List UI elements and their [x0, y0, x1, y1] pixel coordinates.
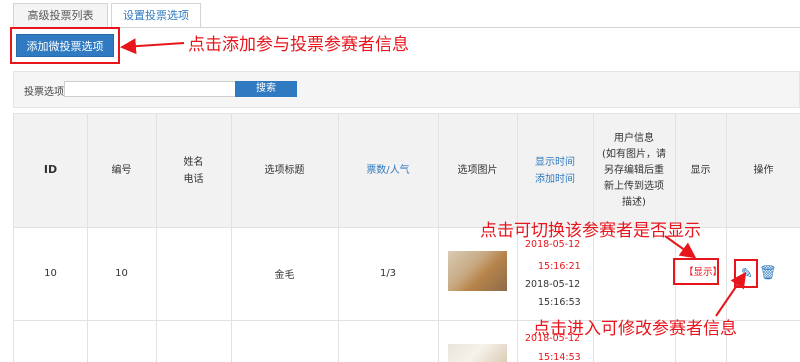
- tab-vote-list[interactable]: 高级投票列表: [13, 3, 108, 28]
- cell-number: 10: [115, 268, 128, 279]
- cell-votes: 1/3: [379, 268, 397, 279]
- add-clock: 15:16:53: [538, 297, 581, 308]
- tab-divider: [13, 27, 800, 28]
- show-clock: 15:16:21: [538, 261, 581, 272]
- header-userinfo: 用户信息 (如有图片，请 另存编辑后重 新上传到选项 描述): [602, 132, 666, 208]
- add-date: 2018-05-12: [525, 279, 581, 290]
- option-image: [448, 251, 507, 291]
- edit-annotation: 点击进入可修改参赛者信息: [533, 319, 737, 339]
- add-button-highlight: 添加微投票选项: [10, 27, 120, 64]
- option-image: [448, 344, 507, 362]
- search-label: 投票选项: [24, 87, 64, 98]
- add-annotation: 点击添加参与投票参赛者信息: [188, 35, 409, 55]
- toggle-annotation: 点击可切换该参赛者是否显示: [480, 221, 701, 241]
- sort-votes-link[interactable]: 票数/: [366, 162, 389, 179]
- cell-title: 金毛: [274, 270, 295, 281]
- pencil-icon[interactable]: ✎: [741, 266, 753, 282]
- header-title: 选项标题: [264, 165, 305, 176]
- search-input[interactable]: [64, 81, 246, 97]
- header-votes: 票数/人气: [338, 114, 438, 227]
- tab-vote-options[interactable]: 设置投票选项: [111, 3, 201, 28]
- header-name-phone: 姓名 电话: [183, 156, 204, 185]
- sort-add-time-link[interactable]: 添加时间: [535, 171, 575, 188]
- header-times: 显示时间 添加时间: [517, 114, 593, 227]
- add-vote-option-button[interactable]: 添加微投票选项: [16, 34, 114, 57]
- header-image: 选项图片: [457, 165, 498, 176]
- display-toggle-link[interactable]: 【显示】: [684, 264, 722, 278]
- cell-id: 10: [44, 268, 57, 279]
- sort-popularity-link[interactable]: 人气: [390, 162, 410, 179]
- sort-show-time-link[interactable]: 显示时间: [535, 154, 575, 171]
- header-actions: 操作: [753, 165, 774, 176]
- header-display: 显示: [690, 165, 711, 176]
- trash-icon[interactable]: 🗑: [759, 265, 777, 281]
- search-bar: 投票选项 搜索: [13, 71, 800, 108]
- show-clock: 15:14:53: [538, 352, 581, 362]
- header-number: 编号: [111, 165, 132, 176]
- search-button[interactable]: 搜索: [235, 81, 297, 97]
- header-id: ID: [43, 163, 58, 177]
- arrow-add: [120, 38, 185, 55]
